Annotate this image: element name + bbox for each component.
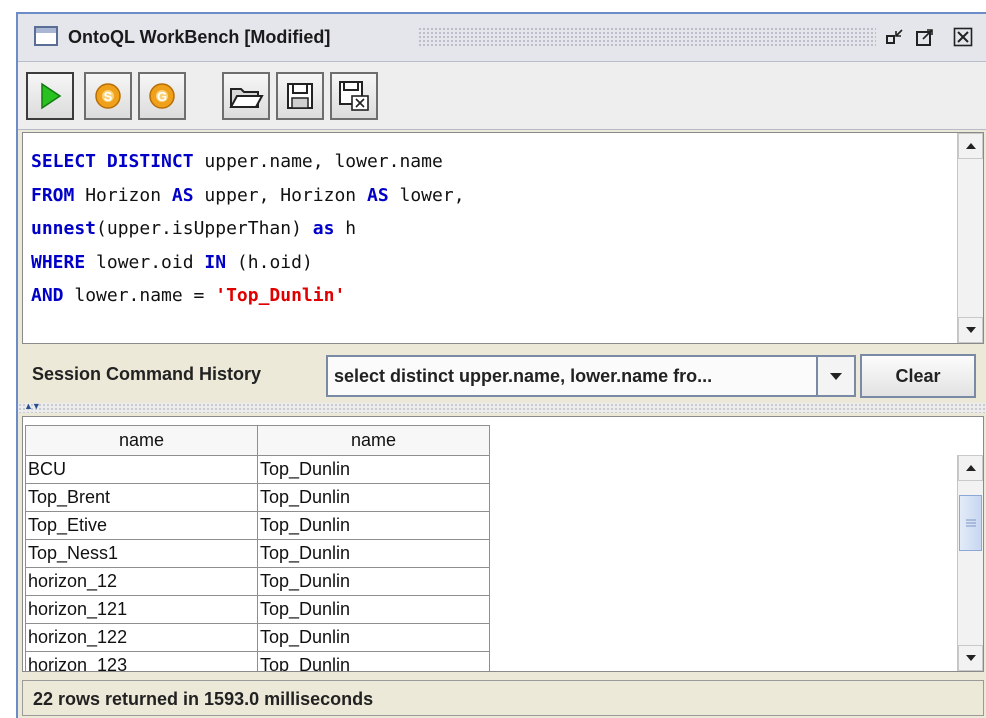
save-excel-button[interactable]: [330, 72, 378, 120]
results-panel: name name BCU Top_Dunlin Top_Brent Top_Dun…: [22, 416, 984, 672]
sql-text: lower.oid: [85, 251, 205, 273]
table-cell[interactable]: Top_Dunlin: [257, 539, 490, 568]
sql-keyword: FROM: [31, 184, 75, 206]
results-scrollbar[interactable]: [957, 455, 983, 671]
sql-keyword: SELECT DISTINCT: [31, 151, 194, 172]
window-title: OntoQL WorkBench [Modified]: [68, 27, 331, 47]
g-query-button[interactable]: G: [138, 72, 186, 120]
table-row[interactable]: Top_Ness1 Top_Dunlin: [25, 539, 490, 568]
sql-keyword: WHERE: [31, 251, 86, 273]
title-bar-grip: [418, 27, 876, 47]
table-cell[interactable]: Top_Dunlin: [257, 567, 490, 596]
status-bar: 22 rows returned in 1593.0 milliseconds: [22, 680, 984, 716]
open-button[interactable]: [222, 72, 270, 120]
table-cell[interactable]: Top_Dunlin: [257, 511, 490, 540]
sql-text: lower,: [388, 184, 465, 206]
sql-text: h: [334, 218, 357, 239]
table-row[interactable]: horizon_122 Top_Dunlin: [25, 623, 490, 652]
sql-keyword: AS: [171, 184, 194, 206]
table-cell[interactable]: horizon_122: [25, 623, 258, 652]
table-cell[interactable]: Top_Dunlin: [257, 623, 490, 652]
table-cell[interactable]: Top_Brent: [25, 483, 258, 512]
floppy-disk-icon: [287, 83, 313, 109]
table-cell[interactable]: Top_Dunlin: [257, 651, 490, 671]
query-line[interactable]: WHERE lower.oid IN (h.oid): [31, 246, 953, 280]
maximize-icon[interactable]: [912, 24, 938, 50]
sql-keyword: unnest: [31, 218, 97, 239]
table-cell[interactable]: Top_Ness1: [25, 539, 258, 568]
g-gear-icon: G: [149, 83, 175, 109]
table-row[interactable]: BCU Top_Dunlin: [25, 455, 490, 484]
table-row[interactable]: Top_Etive Top_Dunlin: [25, 511, 490, 540]
query-editor[interactable]: SELECT DISTINCT upper.name, lower.name FR…: [22, 132, 984, 344]
table-row[interactable]: horizon_123 Top_Dunlin: [25, 651, 490, 671]
s-gear-icon: S: [95, 83, 121, 109]
table-row[interactable]: Top_Brent Top_Dunlin: [25, 483, 490, 512]
scroll-down-icon[interactable]: [958, 645, 983, 671]
column-header-name-2[interactable]: name: [257, 425, 490, 456]
sql-keyword: AS: [366, 184, 389, 206]
toolbar: S G: [18, 62, 986, 130]
scroll-down-icon[interactable]: [958, 317, 983, 343]
sql-keyword: IN: [204, 251, 227, 273]
chevron-down-icon[interactable]: [816, 357, 854, 395]
scroll-up-icon[interactable]: [958, 133, 983, 159]
history-label: Session Command History: [32, 364, 262, 384]
sql-text: (h.oid): [226, 251, 313, 273]
table-cell[interactable]: Top_Dunlin: [257, 455, 490, 484]
sql-text: upper.name, lower.name: [193, 151, 443, 172]
split-arrows-icon[interactable]: ▲▼: [24, 401, 41, 411]
query-line[interactable]: SELECT DISTINCT upper.name, lower.name: [31, 145, 953, 179]
editor-scrollbar[interactable]: [957, 133, 983, 343]
sql-text: (upper.isUpperThan): [96, 218, 313, 239]
svg-text:S: S: [104, 89, 113, 104]
history-bar: Session Command History select distinct …: [18, 346, 986, 402]
history-dropdown[interactable]: select distinct upper.name, lower.name f…: [326, 355, 856, 397]
window-icon: [34, 26, 58, 46]
results-table: name name BCU Top_Dunlin Top_Brent Top_Dun…: [25, 425, 490, 671]
run-button[interactable]: [26, 72, 74, 120]
table-cell[interactable]: Top_Etive: [25, 511, 258, 540]
table-row[interactable]: horizon_121 Top_Dunlin: [25, 595, 490, 624]
history-selected: select distinct upper.name, lower.name f…: [334, 366, 713, 386]
table-cell[interactable]: Top_Dunlin: [257, 483, 490, 512]
sql-text: Horizon: [74, 184, 172, 206]
column-header-name-1[interactable]: name: [25, 425, 258, 456]
sql-text: upper, Horizon: [193, 184, 367, 206]
sql-keyword: AND: [31, 285, 64, 306]
save-excel-icon: [339, 81, 369, 111]
table-cell[interactable]: Top_Dunlin: [257, 595, 490, 624]
table-cell[interactable]: BCU: [25, 455, 258, 484]
status-text: 22 rows returned in 1593.0 milliseconds: [33, 689, 374, 709]
query-line[interactable]: FROM Horizon AS upper, Horizon AS lower,: [31, 179, 953, 213]
table-cell[interactable]: horizon_123: [25, 651, 258, 671]
sql-keyword: as: [312, 218, 335, 239]
sql-string: 'Top_Dunlin': [215, 285, 346, 306]
s-query-button[interactable]: S: [84, 72, 132, 120]
query-line[interactable]: AND lower.name = 'Top_Dunlin': [31, 279, 953, 313]
query-line[interactable]: unnest(upper.isUpperThan) as h: [31, 212, 953, 246]
split-pane-divider[interactable]: ▲▼: [18, 401, 986, 413]
table-cell[interactable]: horizon_121: [25, 595, 258, 624]
query-text[interactable]: SELECT DISTINCT upper.name, lower.name FR…: [31, 145, 953, 313]
svg-text:G: G: [157, 89, 167, 104]
table-cell[interactable]: horizon_12: [25, 567, 258, 596]
sql-text: lower.name =: [63, 285, 216, 306]
workbench-window: OntoQL WorkBench [Modified] S G SELECT D…: [16, 12, 986, 718]
scrollbar-thumb[interactable]: [959, 495, 982, 551]
minimize-icon[interactable]: [882, 24, 908, 50]
save-button[interactable]: [276, 72, 324, 120]
scroll-up-icon[interactable]: [958, 455, 983, 481]
table-row[interactable]: horizon_12 Top_Dunlin: [25, 567, 490, 596]
folder-open-icon: [229, 88, 264, 108]
title-bar[interactable]: OntoQL WorkBench [Modified]: [18, 14, 986, 62]
clear-button[interactable]: Clear: [860, 354, 976, 398]
close-icon[interactable]: [950, 24, 976, 50]
play-icon: [41, 82, 62, 110]
